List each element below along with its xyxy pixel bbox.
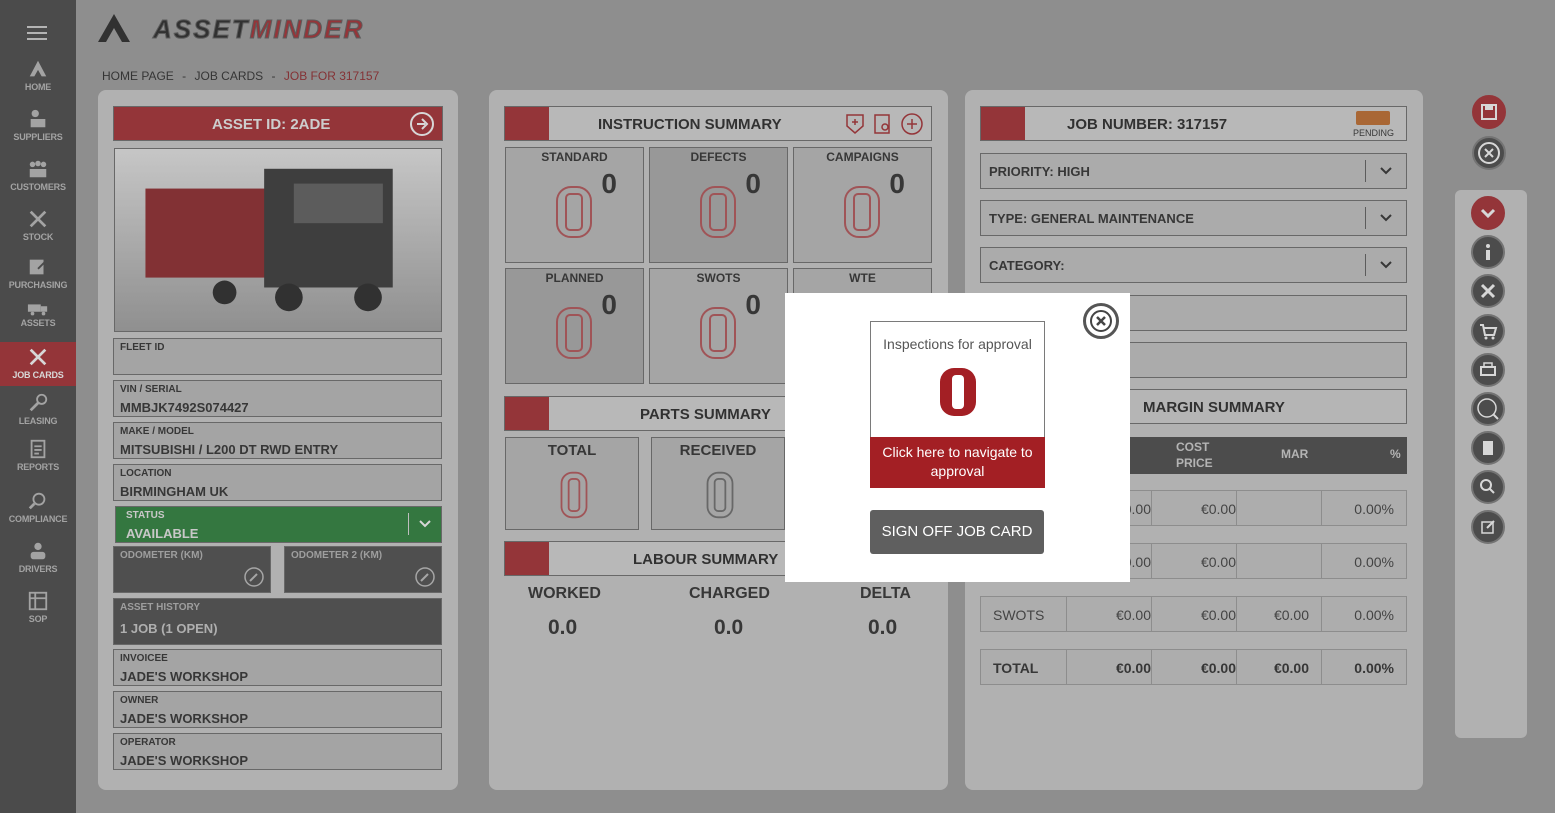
inspections-count-display <box>940 368 976 416</box>
sign-off-job-card-button[interactable]: SIGN OFF JOB CARD <box>870 510 1044 554</box>
inspections-approval-card[interactable]: Inspections for approval Click here to n… <box>870 321 1045 488</box>
inspections-modal: Inspections for approval Click here to n… <box>785 293 1130 582</box>
navigate-to-approval-link[interactable]: Click here to navigate to approval <box>870 437 1045 488</box>
inspections-card-title: Inspections for approval <box>883 336 1032 352</box>
modal-close-button[interactable] <box>1083 303 1119 339</box>
modal-backdrop[interactable] <box>0 0 1555 813</box>
close-icon <box>1090 310 1112 332</box>
